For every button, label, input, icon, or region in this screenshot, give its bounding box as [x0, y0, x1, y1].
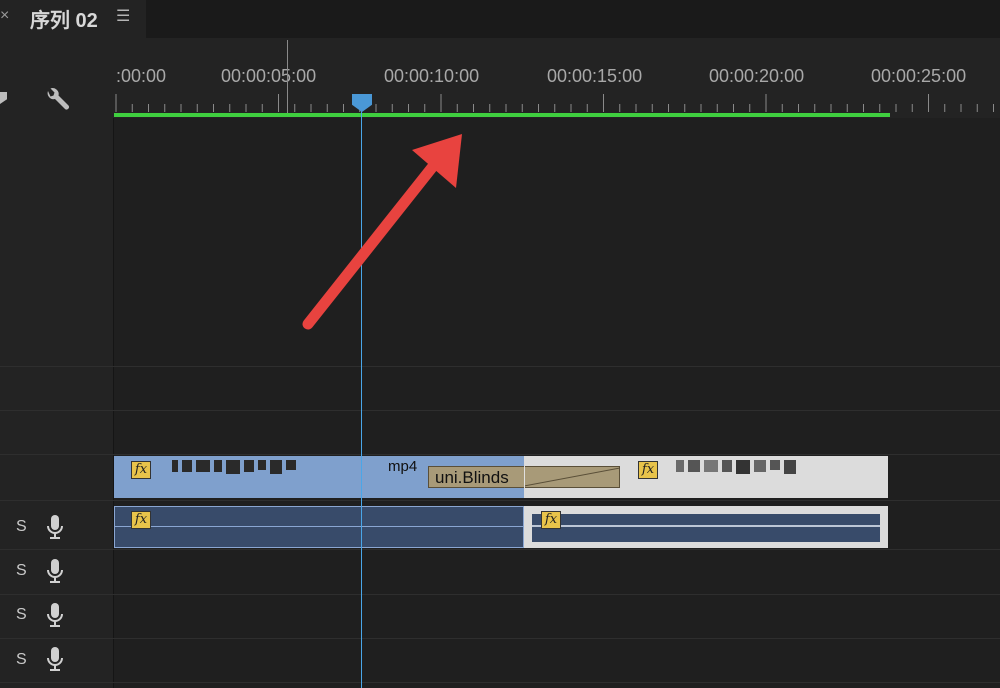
ruler-cursor-line [287, 40, 288, 114]
track-divider [0, 366, 1000, 367]
microphone-icon[interactable] [46, 602, 64, 628]
timecode-label: 00:00:25:00 [871, 66, 967, 86]
transition-diagonal [524, 466, 620, 488]
track-divider [0, 549, 1000, 550]
work-area-bar[interactable] [114, 113, 890, 117]
microphone-icon[interactable] [46, 558, 64, 584]
tab-sequence[interactable]: × 序列 02 ☰ [0, 0, 146, 38]
audio-clip-1[interactable] [114, 506, 524, 548]
panel-menu-icon[interactable]: ☰ [116, 6, 130, 26]
clip-name-label: mp4 [388, 458, 418, 475]
microphone-icon[interactable] [46, 514, 64, 540]
solo-button[interactable]: S [16, 562, 27, 580]
microphone-icon[interactable] [46, 646, 64, 672]
track-divider [0, 638, 1000, 639]
audio-waveform-line [532, 525, 880, 527]
fx-badge[interactable]: fx [131, 511, 151, 529]
ruler-ticks [115, 94, 994, 112]
solo-button[interactable]: S [16, 651, 27, 669]
playhead-line[interactable] [361, 96, 362, 688]
wrench-icon[interactable] [42, 86, 72, 116]
timecode-label: 00:00:05:00 [221, 66, 317, 86]
solo-button[interactable]: S [16, 606, 27, 624]
track-divider [0, 500, 1000, 501]
track-divider [0, 594, 1000, 595]
transition-label: uni.Blinds [435, 468, 509, 487]
pixelated-clip-name [676, 460, 800, 476]
audio-waveform-line [114, 526, 524, 527]
close-icon[interactable]: × [0, 7, 14, 25]
timecode-label: 00:00:15:00 [547, 66, 643, 86]
pixelated-clip-name [172, 460, 300, 476]
tab-bar [0, 0, 1000, 38]
fx-badge[interactable]: fx [131, 461, 151, 479]
timecode-label: 00:00:20:00 [709, 66, 805, 86]
audio-clip-2-body [532, 514, 880, 542]
timecode-label: :00:00 [116, 66, 167, 86]
track-divider [0, 454, 1000, 455]
timecode-label: 00:00:10:00 [384, 66, 480, 86]
fx-badge[interactable]: fx [638, 461, 658, 479]
fx-badge[interactable]: fx [541, 511, 561, 529]
track-area[interactable] [114, 118, 1000, 688]
tab-title[interactable]: 序列 02 [30, 4, 98, 33]
solo-button[interactable]: S [16, 518, 27, 536]
track-divider [0, 410, 1000, 411]
track-divider [0, 682, 1000, 683]
